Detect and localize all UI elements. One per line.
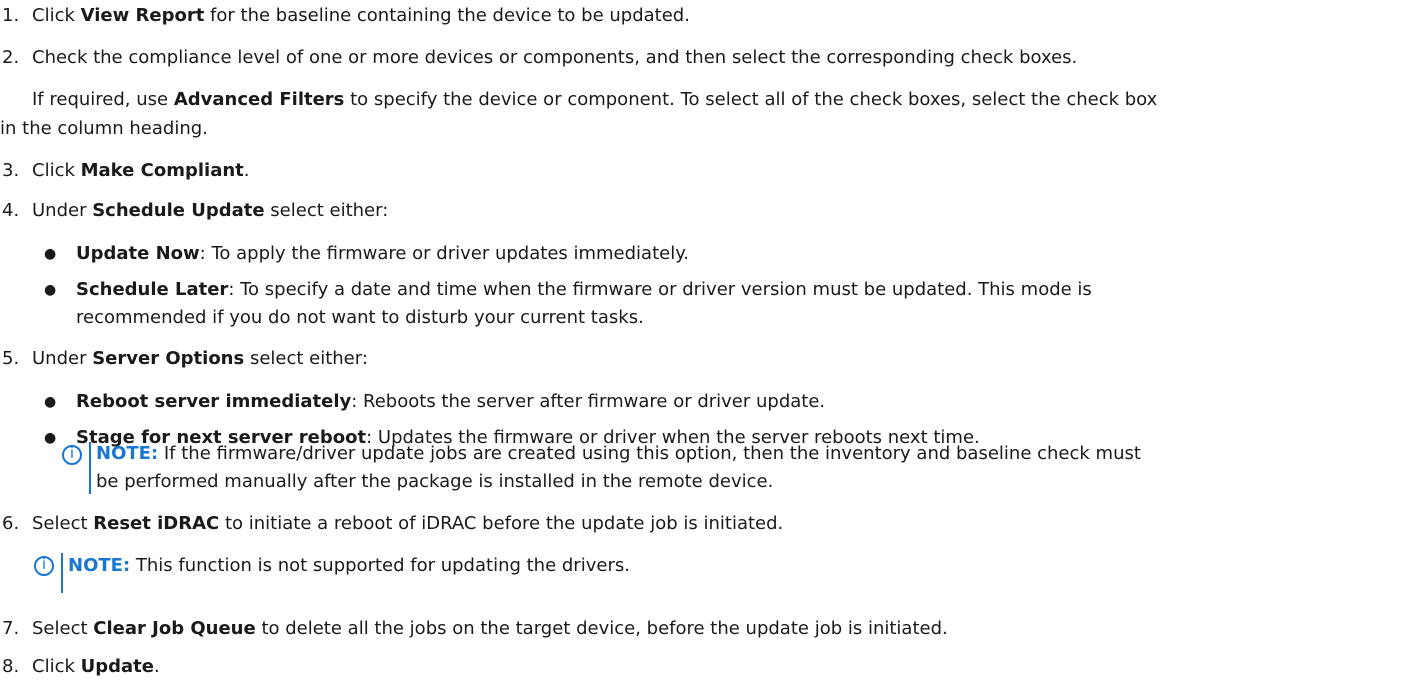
note-1: NOTE: If the firmware/driver update jobs… <box>96 443 1141 464</box>
step-bold: Server Options <box>92 348 245 369</box>
step-5: 5. Under Server Options select either: <box>2 348 368 369</box>
step-1: 1. Click View Report for the baseline co… <box>2 4 690 28</box>
option-update-now: Update Now: To apply the firmware or dri… <box>76 243 690 264</box>
step-bold: Clear Job Queue <box>93 618 256 639</box>
step-number: 6. <box>2 513 20 534</box>
bullet-icon: ● <box>44 430 57 446</box>
info-icon <box>34 555 54 576</box>
step-number: 1. <box>2 5 20 26</box>
advanced-filters-label: Advanced Filters <box>173 89 345 110</box>
note-divider <box>61 553 63 593</box>
step-2: 2. Check the compliance level of one or … <box>2 46 1077 70</box>
step-6: 6. Select Reset iDRAC to initiate a rebo… <box>2 513 784 534</box>
step-number: 4. <box>2 200 20 221</box>
step-text: for the baseline containing the device t… <box>204 5 690 26</box>
note-2: NOTE: This function is not supported for… <box>68 555 630 576</box>
bullet-icon: ● <box>44 394 57 410</box>
bullet-icon: ● <box>44 246 57 262</box>
step-2-detail-line2: in the column heading. <box>0 118 208 139</box>
step-4: 4. Under Schedule Update select either: <box>2 200 389 221</box>
step-2-detail: If required, use Advanced Filters to spe… <box>32 89 1158 110</box>
step-number: 2. <box>2 47 20 68</box>
info-icon <box>62 444 82 465</box>
step-bold: Reset iDRAC <box>93 513 220 534</box>
option-schedule-later: Schedule Later: To specify a date and ti… <box>76 279 1092 300</box>
note-label: NOTE: <box>68 555 131 576</box>
option-reboot-immediately: Reboot server immediately: Reboots the s… <box>76 391 826 412</box>
note-label: NOTE: <box>96 443 159 464</box>
note-divider <box>89 442 91 494</box>
bullet-icon: ● <box>44 282 57 298</box>
step-number: 5. <box>2 348 20 369</box>
step-number: 8. <box>2 656 20 677</box>
step-text: Click <box>32 5 81 26</box>
step-text: Check the compliance level of one or mor… <box>32 47 1078 68</box>
step-bold: Schedule Update <box>92 200 265 221</box>
step-3: 3. Click Make Compliant. <box>2 160 250 181</box>
step-8: 8. Click Update. <box>2 656 160 677</box>
option-schedule-later-line2: recommended if you do not want to distur… <box>76 307 644 328</box>
step-number: 3. <box>2 160 20 181</box>
step-number: 7. <box>2 618 20 639</box>
step-bold: View Report <box>80 5 205 26</box>
step-bold: Make Compliant <box>80 160 244 181</box>
step-bold: Update <box>80 656 154 677</box>
step-7: 7. Select Clear Job Queue to delete all … <box>2 618 948 639</box>
note-1-line2: be performed manually after the package … <box>96 471 774 492</box>
